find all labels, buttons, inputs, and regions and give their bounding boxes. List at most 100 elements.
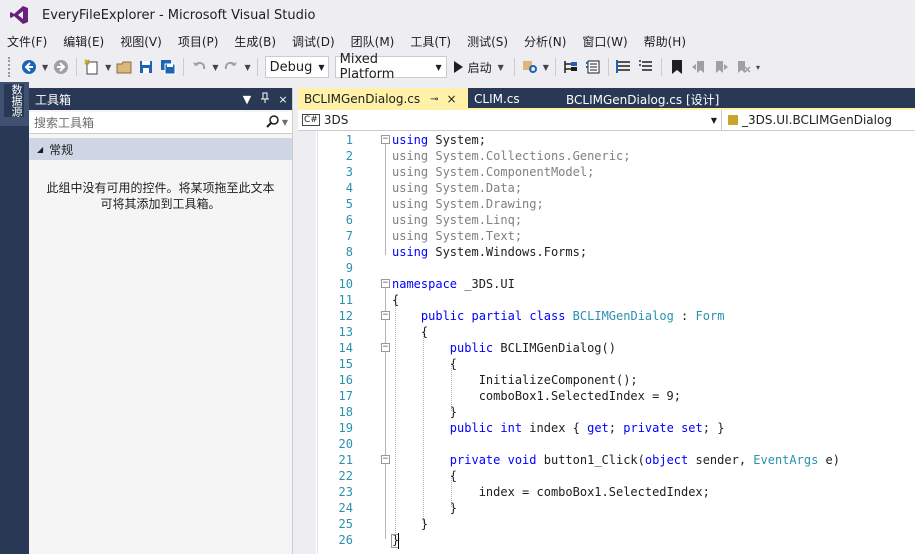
code-text: InitializeComponent(); xyxy=(392,373,638,387)
pin-icon[interactable] xyxy=(256,92,274,107)
menu-view[interactable]: 视图(V) xyxy=(113,33,171,50)
toolbox-search-placeholder: 搜索工具箱 xyxy=(34,116,95,130)
menu-team[interactable]: 团队(M) xyxy=(344,33,404,50)
clear-bookmarks-icon[interactable] xyxy=(732,56,754,78)
toolbar-separator xyxy=(660,58,662,76)
chevron-down-icon[interactable]: ▼ xyxy=(212,63,218,72)
title-bar: EveryFileExplorer - Microsoft Visual Stu… xyxy=(0,0,915,30)
collapse-toggle-icon[interactable]: − xyxy=(381,311,390,320)
bookmark-icon[interactable] xyxy=(666,56,688,78)
toolbar-overflow-icon[interactable]: ▾ xyxy=(756,63,760,72)
toolbar-separator xyxy=(183,58,185,76)
collapse-toggle-icon[interactable]: − xyxy=(381,135,390,144)
tab-bclimgendialog-designer[interactable]: BCLIMGenDialog.cs [设计] xyxy=(560,88,760,110)
type-select[interactable]: _3DS.UI.BCLIMGenDialog xyxy=(722,110,915,130)
chevron-down-icon[interactable]: ▼ xyxy=(42,63,48,72)
toolbar-separator xyxy=(513,58,515,76)
line-number: 11 xyxy=(338,293,353,307)
redo-icon[interactable] xyxy=(220,56,242,78)
pin-icon[interactable]: ⊸ xyxy=(430,94,438,105)
properties-icon[interactable] xyxy=(582,56,604,78)
project-select[interactable]: C# 3DS ▼ xyxy=(298,110,722,130)
menu-edit[interactable]: 编辑(E) xyxy=(56,33,113,50)
next-bookmark-icon[interactable] xyxy=(710,56,732,78)
menu-build[interactable]: 生成(B) xyxy=(227,33,285,50)
code-text: } xyxy=(392,405,458,419)
undo-icon[interactable] xyxy=(188,56,210,78)
window-position-dropdown-icon[interactable]: ▼ xyxy=(238,93,256,106)
search-icon[interactable] xyxy=(266,114,280,131)
open-file-button[interactable] xyxy=(113,56,135,78)
close-icon[interactable]: × xyxy=(274,93,292,106)
code-text: using System.Linq; xyxy=(392,213,523,227)
tab-clim-cs[interactable]: CLIM.cs xyxy=(468,88,560,110)
find-in-files-icon[interactable] xyxy=(519,56,541,78)
solution-configuration-value: Debug xyxy=(269,59,313,75)
code-text: using System.Windows.Forms; xyxy=(392,245,588,259)
line-number: 16 xyxy=(338,373,353,387)
code-text: index = comboBox1.SelectedIndex; xyxy=(392,485,710,499)
code-line: 11 { xyxy=(298,292,915,308)
uncomment-lines-icon[interactable] xyxy=(635,56,657,78)
start-debugging-button[interactable]: 启动 ▼ xyxy=(453,59,506,76)
solution-explorer-icon[interactable] xyxy=(560,56,582,78)
chevron-down-icon[interactable]: ▼ xyxy=(543,63,549,72)
previous-bookmark-icon[interactable] xyxy=(688,56,710,78)
project-select-value: 3DS xyxy=(323,113,349,127)
code-line: 15 { xyxy=(298,356,915,372)
menu-analyze[interactable]: 分析(N) xyxy=(517,33,575,50)
tab-label: BCLIMGenDialog.cs [设计] xyxy=(566,92,720,107)
code-text: } xyxy=(392,501,458,515)
toolbox-header: 工具箱 ▼ × xyxy=(29,88,292,110)
line-number: 25 xyxy=(338,517,353,531)
code-line: 16 InitializeComponent(); xyxy=(298,372,915,388)
code-editor[interactable]: 1 − using System; 2 using System.Collect… xyxy=(298,131,915,554)
chevron-down-icon[interactable]: ▼ xyxy=(244,63,250,72)
line-number: 15 xyxy=(338,357,353,371)
chevron-down-icon[interactable]: ▼ xyxy=(498,63,504,72)
solution-platform-select[interactable]: Mixed Platform ▼ xyxy=(334,52,447,82)
csharp-project-icon: C# xyxy=(302,114,320,126)
menu-window[interactable]: 窗口(W) xyxy=(575,33,636,50)
toolbar-grip[interactable] xyxy=(8,57,12,77)
code-text: using System.Drawing; xyxy=(392,197,544,211)
code-line: 12 − public partial class BCLIMGenDialog… xyxy=(298,308,915,324)
save-icon[interactable] xyxy=(135,56,157,78)
line-number: 18 xyxy=(338,405,353,419)
navigate-forward-button[interactable] xyxy=(50,56,72,78)
menu-test[interactable]: 测试(S) xyxy=(460,33,517,50)
collapse-toggle-icon[interactable]: − xyxy=(381,279,390,288)
comment-lines-icon[interactable] xyxy=(613,56,635,78)
close-icon[interactable]: × xyxy=(447,92,457,106)
toolbox-group-label: 常规 xyxy=(49,142,74,157)
menu-debug[interactable]: 调试(D) xyxy=(285,33,344,50)
toolbox-panel: 工具箱 ▼ × 搜索工具箱 ▼ ◢ 常规 此组中没有可用的控件。将某项拖至此文本… xyxy=(29,88,293,554)
menu-tools[interactable]: 工具(T) xyxy=(403,33,460,50)
collapse-toggle-icon[interactable]: − xyxy=(381,343,390,352)
chevron-down-icon[interactable]: ▼ xyxy=(105,63,111,72)
toolbox-group-general[interactable]: ◢ 常规 xyxy=(29,138,292,160)
side-tab-data-sources[interactable]: 数据源 xyxy=(4,84,24,117)
toolbar-separator xyxy=(607,58,609,76)
code-text: using System.Collections.Generic; xyxy=(392,149,631,163)
line-number: 1 xyxy=(345,133,353,147)
collapse-triangle-icon[interactable]: ◢ xyxy=(37,145,43,154)
code-line: 9 xyxy=(298,260,915,276)
menu-help[interactable]: 帮助(H) xyxy=(637,33,695,50)
code-line: 2 using System.Collections.Generic; xyxy=(298,148,915,164)
collapse-toggle-icon[interactable]: − xyxy=(381,455,390,464)
toolbox-search-input[interactable]: 搜索工具箱 ▼ xyxy=(29,112,292,134)
chevron-down-icon[interactable]: ▼ xyxy=(282,118,288,127)
save-all-icon[interactable] xyxy=(157,56,179,78)
solution-configuration-select[interactable]: Debug ▼ xyxy=(264,56,329,78)
menu-project[interactable]: 项目(P) xyxy=(171,33,228,50)
code-line: 5 using System.Drawing; xyxy=(298,196,915,212)
code-line: 18 } xyxy=(298,404,915,420)
tab-bclimgendialog-cs[interactable]: BCLIMGenDialog.cs ⊸ × xyxy=(298,88,468,110)
line-number: 9 xyxy=(345,261,353,275)
navigate-back-button[interactable] xyxy=(18,56,40,78)
new-project-button[interactable] xyxy=(81,56,103,78)
document-tab-strip: BCLIMGenDialog.cs ⊸ × CLIM.cs BCLIMGenDi… xyxy=(298,88,915,110)
code-text: { xyxy=(392,325,429,339)
menu-file[interactable]: 文件(F) xyxy=(0,33,56,50)
